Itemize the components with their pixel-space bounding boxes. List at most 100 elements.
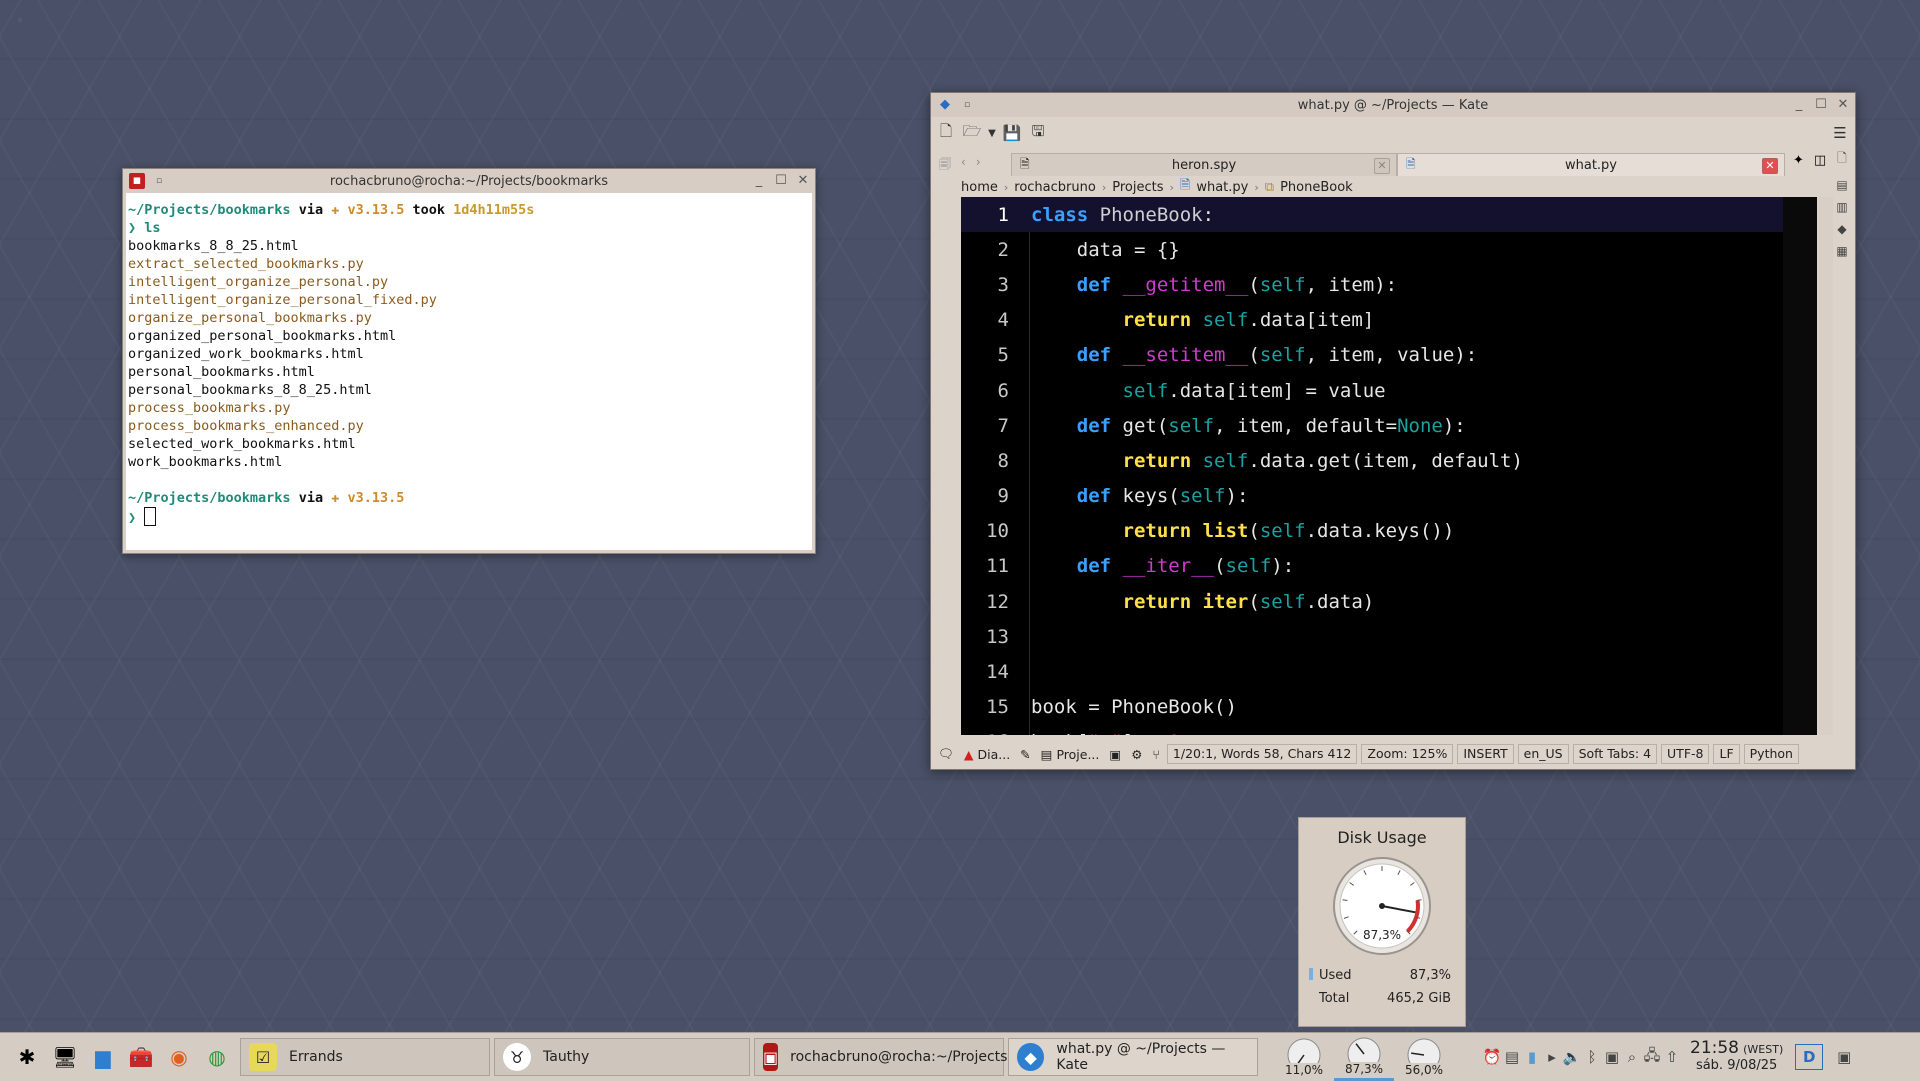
open-folder-icon[interactable]: 🗁: [961, 122, 983, 144]
app-launcher-icon[interactable]: 🧰: [122, 1037, 160, 1077]
peek-desktop-icon[interactable]: ▣: [1831, 1045, 1857, 1069]
cpu-gauge[interactable]: 11,0%: [1274, 1035, 1334, 1079]
documents-icon[interactable]: 🗐: [939, 155, 951, 176]
task-kate[interactable]: ◆ what.py @ ~/Projects — Kate: [1008, 1038, 1258, 1076]
crumb-user[interactable]: rochacbruno: [1014, 180, 1096, 195]
code-line[interactable]: 7 def get(self, item, default=None):: [961, 408, 1813, 443]
dictionary[interactable]: en_US: [1517, 744, 1569, 764]
task-terminal[interactable]: ▣ rochacbruno@rocha:~/Projects...: [754, 1038, 1021, 1076]
diagnostics-button[interactable]: ▲ Dia...: [961, 746, 1013, 763]
new-file-icon[interactable]: 🗋: [935, 122, 957, 144]
outline-icon[interactable]: ▤: [1836, 178, 1847, 192]
firefox-icon[interactable]: ◉: [160, 1037, 198, 1077]
projects-button[interactable]: ▤ Proje...: [1038, 746, 1103, 763]
syntax-mode[interactable]: Python: [1743, 744, 1799, 764]
code-line[interactable]: 2 data = {}: [961, 232, 1813, 267]
pin-tab-icon[interactable]: ✦: [1793, 153, 1804, 177]
vertical-scrollbar[interactable]: [1819, 197, 1833, 735]
code-line[interactable]: 4 return self.data[item]: [961, 303, 1813, 338]
document-icon[interactable]: 🗋: [1837, 149, 1847, 170]
git-status-icon[interactable]: ⑂: [1149, 746, 1163, 763]
search-icon[interactable]: ⌕: [1622, 1045, 1642, 1069]
task-tauthy[interactable]: ♉ Tauthy: [494, 1038, 750, 1076]
terminal-titlebar[interactable]: ▪ ▫ rochacbruno@rocha:~/Projects/bookmar…: [123, 169, 815, 193]
git-icon[interactable]: ◆: [1837, 222, 1846, 236]
input-mode[interactable]: INSERT: [1457, 744, 1514, 764]
code-line[interactable]: 3 def __getitem__(self, item):: [961, 267, 1813, 302]
desktop-switcher-icon[interactable]: D: [1795, 1044, 1824, 1070]
code-line[interactable]: 8 return self.data.get(item, default): [961, 443, 1813, 478]
edit-icon[interactable]: ✎: [1017, 746, 1033, 763]
indentation[interactable]: Soft Tabs: 4: [1572, 744, 1658, 764]
kate-window[interactable]: ◆ ▫ what.py @ ~/Projects — Kate _ ☐ ✕ 🗋 …: [930, 92, 1856, 770]
network-icon[interactable]: 🖧: [1642, 1045, 1662, 1069]
task-errands[interactable]: ☑ Errands: [240, 1038, 490, 1076]
code-line[interactable]: 1 class PhoneBook:: [961, 197, 1813, 233]
crumb-home[interactable]: home: [961, 180, 998, 195]
disk-gauge-mini[interactable]: 87,3%: [1334, 1034, 1394, 1081]
disk-usage-widget[interactable]: Disk Usage 87,3% Used 87,3% Total 465,2 …: [1298, 817, 1466, 1027]
cursor-position[interactable]: 1/20:1, Words 58, Chars 412: [1166, 744, 1358, 764]
code-line[interactable]: 10 return list(self.data.keys()): [961, 514, 1813, 549]
code-line[interactable]: 5 def __setitem__(self, item, value):: [961, 338, 1813, 373]
code-line[interactable]: 12 return iter(self.data): [961, 584, 1813, 619]
back-icon[interactable]: ‹: [961, 155, 966, 176]
save-icon[interactable]: 💾: [1001, 122, 1023, 144]
crumb-projects[interactable]: Projects: [1112, 180, 1163, 195]
code-line[interactable]: 14: [961, 654, 1813, 689]
memory-gauge[interactable]: 56,0%: [1394, 1035, 1454, 1079]
volume-icon[interactable]: 🔈: [1562, 1045, 1582, 1069]
pin-icon[interactable]: ▫: [151, 173, 167, 189]
terminal-window[interactable]: ▪ ▫ rochacbruno@rocha:~/Projects/bookmar…: [122, 168, 816, 554]
crumb-file[interactable]: what.py: [1196, 180, 1248, 195]
close-tab-icon[interactable]: ✕: [1762, 158, 1778, 174]
tab-what[interactable]: 🗎 what.py ✕: [1397, 153, 1785, 176]
folder-icon[interactable]: ▥: [1836, 200, 1847, 214]
code-editor[interactable]: 1 class PhoneBook: 2 data = {} 3 def __geti…: [961, 197, 1813, 735]
terminal-icon[interactable]: ▣: [1106, 746, 1124, 763]
maximize-button[interactable]: ☐: [773, 173, 789, 189]
file-manager-icon[interactable]: ▆: [84, 1037, 122, 1077]
maximize-button[interactable]: ☐: [1813, 97, 1829, 113]
activity-icon[interactable]: ▮: [1522, 1045, 1542, 1069]
minimize-button[interactable]: _: [1791, 97, 1807, 113]
terminal-body[interactable]: ~/Projects/bookmarks via ✚ v3.13.5 took …: [126, 193, 812, 550]
code-line[interactable]: 15 book = PhoneBook(): [961, 690, 1813, 725]
kate-app-icon[interactable]: ◆: [937, 97, 953, 113]
kate-titlebar[interactable]: ◆ ▫ what.py @ ~/Projects — Kate _ ☐ ✕: [931, 93, 1855, 117]
input-line[interactable]: ❯: [128, 507, 810, 526]
pin-icon[interactable]: ▫: [959, 97, 975, 113]
minimize-button[interactable]: _: [751, 173, 767, 189]
code-line[interactable]: 9 def keys(self):: [961, 479, 1813, 514]
chrome-icon[interactable]: ◍: [198, 1037, 236, 1077]
tab-heron[interactable]: 🗎 heron.spy ✕: [1011, 153, 1397, 176]
kde-menu-icon[interactable]: ✱: [8, 1037, 46, 1077]
alarm-icon[interactable]: ⏰: [1482, 1045, 1502, 1069]
code-line[interactable]: 16book["a"] = 1: [961, 725, 1813, 735]
terminal-app-icon[interactable]: ▪: [129, 173, 145, 189]
split-view-icon[interactable]: ◫: [1814, 153, 1826, 177]
clipboard-icon[interactable]: ▤: [1502, 1045, 1522, 1069]
close-button[interactable]: ✕: [795, 173, 811, 189]
hamburger-menu-icon[interactable]: ☰: [1829, 122, 1851, 144]
clock[interactable]: 21:58 (WEST) sáb. 9/08/25: [1690, 1040, 1783, 1074]
build-icon[interactable]: ▦: [1836, 244, 1847, 258]
terminal-toggle-icon[interactable]: 🗨: [935, 745, 957, 763]
close-button[interactable]: ✕: [1835, 97, 1851, 113]
zoom-level[interactable]: Zoom: 125%: [1361, 744, 1454, 764]
forward-icon[interactable]: ›: [976, 155, 981, 176]
code-line[interactable]: 13: [961, 619, 1813, 654]
bluetooth-icon[interactable]: ᛒ: [1582, 1045, 1602, 1069]
code-line[interactable]: 11 def __iter__(self):: [961, 549, 1813, 584]
encoding[interactable]: UTF-8: [1661, 744, 1710, 764]
close-tab-icon[interactable]: ✕: [1374, 158, 1390, 174]
device-icon[interactable]: ▣: [1602, 1045, 1622, 1069]
code-line[interactable]: 6 self.data[item] = value: [961, 373, 1813, 408]
chevron-down-icon[interactable]: ▼: [987, 122, 997, 144]
media-icon[interactable]: ▸: [1542, 1045, 1562, 1069]
save-all-icon[interactable]: 🖫: [1027, 122, 1049, 144]
show-desktop-icon[interactable]: 🖥: [46, 1037, 84, 1077]
updates-icon[interactable]: ⇧: [1662, 1045, 1682, 1069]
line-ending[interactable]: LF: [1713, 744, 1740, 764]
settings-icon[interactable]: ⚙: [1128, 746, 1145, 763]
